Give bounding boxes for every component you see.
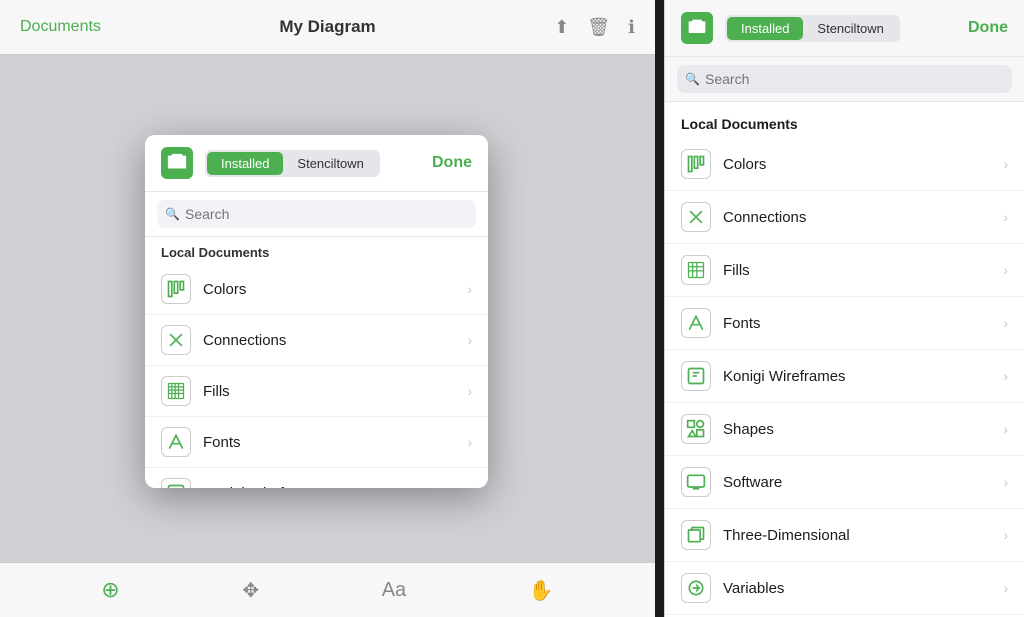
right-variables-chevron: › — [1003, 580, 1008, 596]
popup-search-input[interactable] — [157, 200, 476, 228]
toolbar-icons: ⬆ 🗑 ℹ — [554, 17, 635, 38]
list-item[interactable]: Konigi Wireframes › — [665, 350, 1024, 403]
background-toolbar: Documents My Diagram ⬆ 🗑 ℹ — [0, 0, 655, 55]
popup-segmented-control: Installed Stenciltown — [205, 150, 380, 177]
list-item[interactable]: Fonts › — [145, 417, 488, 468]
right-konigi-label: Konigi Wireframes — [723, 368, 1003, 385]
popup-search-bar — [145, 192, 488, 237]
fills-label: Fills — [203, 383, 467, 400]
right-software-icon — [681, 467, 711, 497]
right-done-button[interactable]: Done — [968, 19, 1008, 37]
right-software-label: Software — [723, 474, 1003, 491]
right-fills-icon — [681, 255, 711, 285]
right-search-wrap — [677, 65, 1012, 93]
right-3d-label: Three-Dimensional — [723, 527, 1003, 544]
right-panel: Installed Stenciltown Done Local Documen… — [664, 0, 1024, 617]
connections-icon — [161, 325, 191, 355]
right-3d-chevron: › — [1003, 527, 1008, 543]
list-item[interactable]: Three-Dimensional › — [665, 509, 1024, 562]
list-item[interactable]: Connections › — [145, 315, 488, 366]
right-colors-chevron: › — [1003, 156, 1008, 172]
right-stenciltown-tab[interactable]: Stenciltown — [803, 17, 897, 40]
right-search-bar — [665, 57, 1024, 102]
popup-camera-icon — [161, 147, 193, 179]
list-item[interactable]: Software › — [665, 456, 1024, 509]
list-item[interactable]: Fonts › — [665, 297, 1024, 350]
right-fonts-label: Fonts — [723, 315, 1003, 332]
installed-tab[interactable]: Installed — [207, 152, 283, 175]
background-title: My Diagram — [279, 17, 375, 37]
right-fonts-icon — [681, 308, 711, 338]
share-icon[interactable]: ⬆ — [554, 17, 569, 38]
right-cam-icon — [687, 18, 707, 38]
right-connections-chevron: › — [1003, 209, 1008, 225]
right-variables-icon — [681, 573, 711, 603]
right-fills-chevron: › — [1003, 262, 1008, 278]
konigi-label: Konigi Wireframes — [203, 485, 467, 489]
right-software-chevron: › — [1003, 474, 1008, 490]
select-icon[interactable]: ✥ — [242, 578, 259, 603]
fonts-icon — [161, 427, 191, 457]
right-shapes-label: Shapes — [723, 421, 1003, 438]
right-konigi-icon — [681, 361, 711, 391]
popup-header: Installed Stenciltown Done — [145, 135, 488, 192]
info-icon[interactable]: ℹ — [628, 17, 635, 38]
right-konigi-chevron: › — [1003, 368, 1008, 384]
stenciltown-tab[interactable]: Stenciltown — [283, 152, 377, 175]
right-camera-icon — [681, 12, 713, 44]
popup-done-button[interactable]: Done — [432, 154, 472, 172]
fills-chevron: › — [467, 383, 472, 399]
konigi-chevron: › — [467, 485, 472, 488]
list-item[interactable]: Colors › — [145, 264, 488, 315]
right-connections-label: Connections — [723, 209, 1003, 226]
right-shapes-chevron: › — [1003, 421, 1008, 437]
list-item[interactable]: Colors › — [665, 138, 1024, 191]
popup-document-list: Colors › Connections › — [145, 264, 488, 488]
list-item[interactable]: Shapes › — [665, 403, 1024, 456]
add-icon[interactable]: ⊕ — [101, 577, 119, 603]
fonts-chevron: › — [467, 434, 472, 450]
right-header: Installed Stenciltown Done — [665, 0, 1024, 57]
right-installed-tab[interactable]: Installed — [727, 17, 803, 40]
list-item[interactable]: Variables › — [665, 562, 1024, 615]
right-fills-label: Fills — [723, 262, 1003, 279]
right-connections-icon — [681, 202, 711, 232]
right-local-section-header: Local Documents — [665, 102, 1024, 138]
list-item[interactable]: Konigi Wireframes › — [145, 468, 488, 488]
right-segmented-control: Installed Stenciltown — [725, 15, 900, 42]
background-bottom-bar: ⊕ ✥ Aa ✋ — [0, 562, 655, 617]
list-item[interactable]: Fills › — [145, 366, 488, 417]
right-variables-label: Variables — [723, 580, 1003, 597]
connections-chevron: › — [467, 332, 472, 348]
popup-panel: Installed Stenciltown Done Local Documen… — [145, 135, 488, 488]
popup-section-header: Local Documents — [145, 237, 488, 264]
list-item[interactable]: Connections › — [665, 191, 1024, 244]
fonts-label: Fonts — [203, 434, 467, 451]
text-icon[interactable]: Aa — [382, 579, 406, 602]
colors-label: Colors — [203, 281, 467, 298]
right-3d-icon — [681, 520, 711, 550]
right-colors-icon — [681, 149, 711, 179]
list-item[interactable]: Fills › — [665, 244, 1024, 297]
right-search-input[interactable] — [677, 65, 1012, 93]
popup-search-wrap — [157, 200, 476, 228]
right-fonts-chevron: › — [1003, 315, 1008, 331]
back-button[interactable]: Documents — [20, 18, 101, 36]
colors-icon — [161, 274, 191, 304]
right-content-list: Local Documents Colors › Connections › — [665, 102, 1024, 617]
colors-chevron: › — [467, 281, 472, 297]
camera-icon — [166, 152, 188, 174]
right-colors-label: Colors — [723, 156, 1003, 173]
fills-icon — [161, 376, 191, 406]
trash-icon[interactable]: 🗑 — [587, 17, 610, 38]
right-shapes-icon — [681, 414, 711, 444]
konigi-icon — [161, 478, 191, 488]
hand-icon[interactable]: ✋ — [529, 578, 554, 603]
connections-label: Connections — [203, 332, 467, 349]
